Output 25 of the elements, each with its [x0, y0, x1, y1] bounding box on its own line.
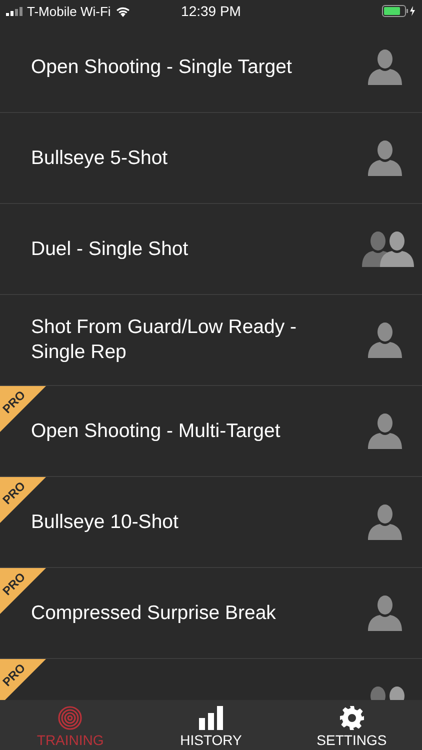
signal-icon	[6, 6, 23, 16]
person-icon	[368, 140, 402, 176]
drill-title: Open Shooting - Single Target	[31, 54, 292, 80]
person-icon	[368, 504, 402, 540]
settings-icon	[340, 706, 364, 730]
status-time: 12:39 PM	[181, 3, 241, 19]
drill-row[interactable]: Duel - Single Shot	[0, 204, 422, 295]
person-icon	[368, 49, 402, 85]
target-icon	[58, 706, 82, 730]
person-icon	[368, 595, 402, 631]
wifi-icon	[114, 6, 131, 16]
person-icon	[368, 322, 402, 358]
drill-title: Shot From Guard/Low Ready - Single Rep	[31, 315, 298, 365]
tab-button[interactable]: HISTORY	[140, 700, 282, 750]
drill-row[interactable]: Bullseye 5-Shot	[0, 113, 422, 204]
two-people-icon	[362, 231, 414, 267]
carrier-name: T-Mobile Wi-Fi	[27, 4, 111, 18]
person-icon	[368, 413, 402, 449]
drill-row[interactable]: Shot From Guard/Low Ready - Single Rep	[0, 295, 422, 386]
drill-row[interactable]: Open Shooting - Single Target	[0, 22, 422, 113]
tab-button[interactable]: SETTINGS	[281, 700, 422, 750]
battery-icon	[382, 5, 416, 17]
bar-chart-icon	[199, 706, 223, 730]
drill-title: Bullseye 5-Shot	[31, 146, 168, 170]
drill-title: Duel - Single Shot	[31, 236, 188, 262]
